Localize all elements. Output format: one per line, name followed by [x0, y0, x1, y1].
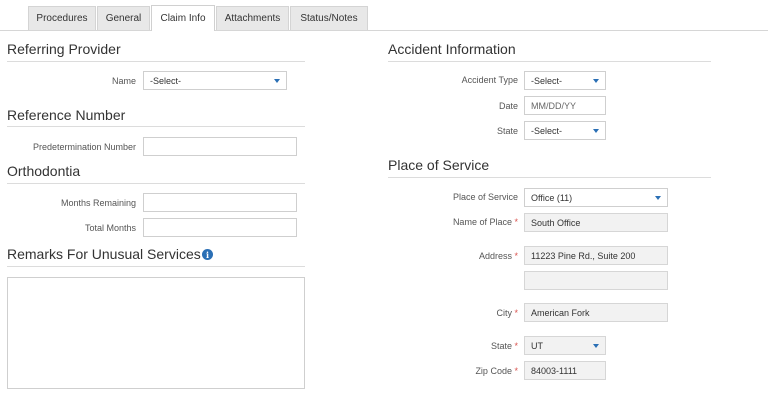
tab-attachments[interactable]: Attachments — [216, 6, 289, 30]
address-label-text: Address — [478, 251, 512, 261]
accident-date-placeholder: MM/DD/YY — [531, 100, 576, 111]
accident-date-label: Date — [498, 101, 518, 111]
state-label-text: State — [490, 341, 512, 351]
referring-provider-selected: -Select- — [150, 75, 182, 86]
tab-bar: Procedures General Claim Info Attachment… — [0, 0, 768, 31]
zip-code-label: Zip Code * — [475, 366, 518, 376]
chevron-down-icon — [593, 78, 599, 83]
chevron-down-icon — [274, 78, 280, 83]
tab-divider — [0, 30, 768, 31]
referring-provider-select[interactable]: -Select- — [143, 71, 287, 90]
zip-code-input[interactable]: 84003-1111 — [524, 361, 606, 380]
required-marker: * — [514, 308, 518, 318]
referring-provider-name-label: Name — [111, 76, 136, 86]
accident-state-selected: -Select- — [531, 125, 563, 136]
accident-type-label: Accident Type — [461, 75, 518, 85]
address-label: Address * — [479, 251, 518, 261]
chevron-down-icon — [593, 343, 599, 348]
accident-type-select[interactable]: -Select- — [524, 71, 606, 90]
divider — [388, 61, 711, 62]
accident-state-select[interactable]: -Select- — [524, 121, 606, 140]
info-icon[interactable]: i — [202, 249, 213, 260]
place-of-service-heading: Place of Service — [388, 157, 490, 173]
city-label: City * — [496, 308, 518, 318]
name-of-place-input[interactable]: South Office — [524, 213, 668, 232]
state-select[interactable]: UT — [524, 336, 606, 355]
chevron-down-icon — [593, 128, 599, 133]
state-selected: UT — [531, 340, 543, 351]
place-of-service-label: Place of Service — [452, 192, 518, 202]
divider — [388, 177, 711, 178]
accident-state-label: State — [496, 126, 518, 136]
divider — [7, 126, 305, 127]
months-remaining-label: Months Remaining — [60, 198, 136, 208]
accident-information-heading: Accident Information — [388, 41, 516, 57]
city-label-text: City — [496, 308, 512, 318]
address-line2-input[interactable] — [524, 271, 668, 290]
chevron-down-icon — [655, 195, 661, 200]
accident-date-input[interactable]: MM/DD/YY — [524, 96, 606, 115]
address-line1-input[interactable]: 11223 Pine Rd., Suite 200 — [524, 246, 668, 265]
tab-status-notes[interactable]: Status/Notes — [290, 6, 368, 30]
predetermination-input[interactable] — [143, 137, 297, 156]
predetermination-label: Predetermination Number — [32, 142, 136, 152]
tab-general[interactable]: General — [97, 6, 150, 30]
required-marker: * — [514, 366, 518, 376]
divider — [7, 183, 305, 184]
zip-code-label-text: Zip Code — [475, 366, 512, 376]
state-label: State * — [491, 341, 518, 351]
city-input[interactable]: American Fork — [524, 303, 668, 322]
place-of-service-selected: Office (11) — [531, 192, 573, 203]
reference-number-heading: Reference Number — [7, 107, 126, 123]
place-of-service-select[interactable]: Office (11) — [524, 188, 668, 207]
total-months-input[interactable] — [143, 218, 297, 237]
name-of-place-label: Name of Place * — [453, 217, 518, 227]
tab-claim-info[interactable]: Claim Info — [151, 5, 215, 31]
divider — [7, 266, 305, 267]
accident-type-selected: -Select- — [531, 75, 563, 86]
referring-provider-heading: Referring Provider — [7, 41, 121, 57]
required-marker: * — [514, 251, 518, 261]
required-marker: * — [514, 217, 518, 227]
remarks-textarea[interactable] — [7, 277, 305, 389]
name-of-place-label-text: Name of Place — [452, 217, 512, 227]
remarks-heading: Remarks For Unusual Services — [7, 246, 201, 262]
required-marker: * — [514, 341, 518, 351]
orthodontia-heading: Orthodontia — [7, 163, 81, 179]
months-remaining-input[interactable] — [143, 193, 297, 212]
divider — [7, 61, 305, 62]
tab-procedures[interactable]: Procedures — [28, 6, 96, 30]
total-months-label: Total Months — [84, 223, 136, 233]
